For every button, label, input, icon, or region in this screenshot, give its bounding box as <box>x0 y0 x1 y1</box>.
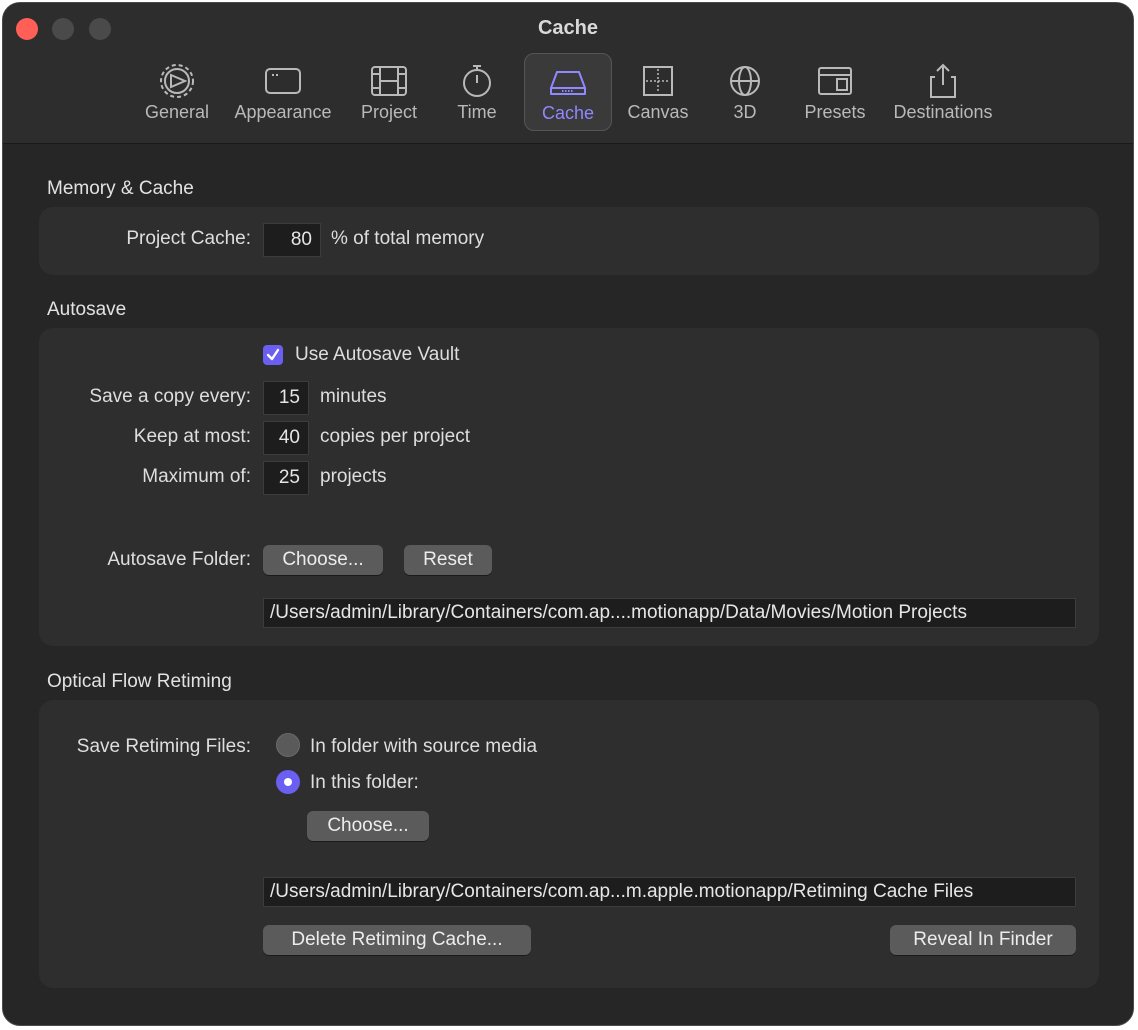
use-autosave-vault-label: Use Autosave Vault <box>295 344 460 365</box>
delete-retiming-cache-button[interactable]: Delete Retiming Cache... <box>263 925 531 955</box>
titlebar: Cache General Appearance Project Time Ca… <box>3 3 1133 144</box>
reveal-in-finder-button[interactable]: Reveal In Finder <box>890 925 1076 955</box>
tab-appearance[interactable]: Appearance <box>231 53 335 131</box>
use-autosave-vault-checkbox[interactable] <box>263 345 283 365</box>
tab-label: Destinations <box>893 102 993 122</box>
radio-source-media-label: In folder with source media <box>310 736 538 757</box>
project-cache-unit: % of total memory <box>331 228 485 249</box>
tab-destinations[interactable]: Destinations <box>887 53 999 131</box>
autosave-folder-label: Autosave Folder: <box>107 549 251 570</box>
tab-label: 3D <box>733 102 757 122</box>
tab-presets[interactable]: Presets <box>799 53 871 131</box>
window-title: Cache <box>537 17 599 39</box>
tab-label: General <box>144 102 210 122</box>
maximum-of-unit: projects <box>320 466 387 487</box>
keep-at-most-label: Keep at most: <box>133 426 251 447</box>
maximum-of-label: Maximum of: <box>142 466 251 487</box>
autosave-choose-button[interactable]: Choose... <box>263 545 383 575</box>
canvas-icon <box>643 66 673 96</box>
project-cache-label: Project Cache: <box>126 228 251 249</box>
project-cache-field[interactable]: 80 <box>263 223 321 257</box>
film-icon <box>371 66 407 96</box>
tab-label: Presets <box>804 102 866 122</box>
gear-icon <box>160 64 194 98</box>
maximum-of-field[interactable]: 25 <box>263 461 309 495</box>
retiming-folder-path: /Users/admin/Library/Containers/com.ap..… <box>263 877 1076 907</box>
tab-cache[interactable]: Cache <box>524 53 612 131</box>
share-icon <box>930 63 956 98</box>
tab-general[interactable]: General <box>141 53 213 131</box>
retiming-choose-button[interactable]: Choose... <box>307 811 429 841</box>
preferences-window: Cache General Appearance Project Time Ca… <box>2 2 1134 1026</box>
retiming-section-title: Optical Flow Retiming <box>47 671 232 692</box>
stopwatch-icon <box>463 65 491 97</box>
tab-label: Canvas <box>627 102 689 122</box>
tab-time[interactable]: Time <box>447 53 507 131</box>
autosave-reset-button[interactable]: Reset <box>404 545 492 575</box>
tab-label: Project <box>360 102 418 122</box>
keep-at-most-unit: copies per project <box>320 426 470 447</box>
save-retiming-files-label: Save Retiming Files: <box>76 736 251 757</box>
radio-this-folder[interactable] <box>276 770 300 794</box>
tab-3d[interactable]: 3D <box>715 53 775 131</box>
tab-label: Time <box>457 102 497 122</box>
autosave-section-title: Autosave <box>47 299 127 320</box>
radio-this-folder-label: In this folder: <box>310 772 419 793</box>
keep-at-most-field[interactable]: 40 <box>263 421 309 455</box>
preferences-toolbar: General Appearance Project Time Cache Ca… <box>3 53 1133 133</box>
checkmark-icon <box>266 348 280 361</box>
drive-icon <box>550 71 586 95</box>
tab-canvas[interactable]: Canvas <box>623 53 693 131</box>
window-icon <box>265 68 301 94</box>
radio-source-media[interactable] <box>276 733 300 757</box>
tab-label: Cache <box>541 103 595 123</box>
globe-icon <box>730 66 760 96</box>
tab-project[interactable]: Project <box>355 53 423 131</box>
save-copy-field[interactable]: 15 <box>263 381 309 415</box>
presets-icon <box>818 67 852 95</box>
tab-label: Appearance <box>234 102 332 122</box>
autosave-folder-path: /Users/admin/Library/Containers/com.ap..… <box>263 598 1076 628</box>
save-copy-label: Save a copy every: <box>89 386 251 407</box>
memory-section-title: Memory & Cache <box>47 178 194 199</box>
save-copy-unit: minutes <box>320 386 387 407</box>
